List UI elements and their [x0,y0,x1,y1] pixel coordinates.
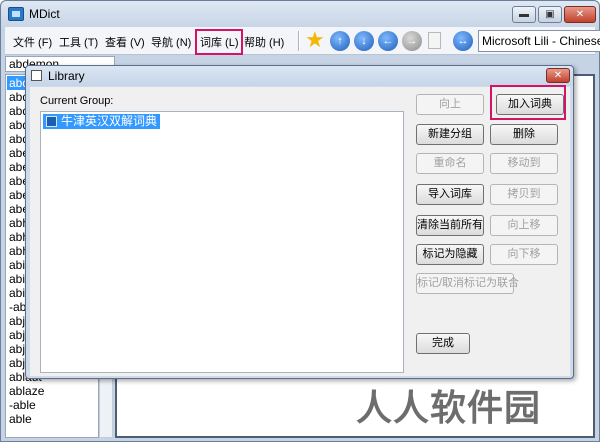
dialog-icon [31,70,42,81]
menu-bar: 文件 (F) 工具 (T) 查看 (V) 导航 (N) 词库 (L) 帮助 (H… [5,27,600,55]
forward-icon[interactable]: → [402,31,422,51]
dictionary-switch-icon[interactable]: ↔ [453,31,473,51]
dictionary-icon [46,116,57,127]
dialog-title-bar: Library ✕ [26,66,573,86]
move-up-button[interactable]: 向上移 [490,215,558,236]
dictionary-selector[interactable]: Microsoft Lili - Chinese (C [478,30,600,52]
app-icon [8,7,24,21]
clear-all-button[interactable]: 清除当前所有 [416,215,484,236]
menu-navigate[interactable]: 导航 (N) [151,34,191,50]
move-to-button[interactable]: 移动到 [490,153,558,174]
toggle-union-button[interactable]: 标记/取消标记为联合 [416,273,519,294]
list-item[interactable]: able [9,412,32,426]
dialog-title: Library [48,69,85,83]
list-item[interactable]: ablaze [9,384,44,398]
group-item[interactable]: 牛津英汉双解词典 [43,114,161,129]
group-tree[interactable]: 牛津英汉双解词典 [40,111,404,373]
menu-file[interactable]: 文件 (F) [13,34,52,50]
main-window: MDict ▬ ▣ ✕ 文件 (F) 工具 (T) 查看 (V) 导航 (N) … [0,0,600,442]
import-library-button[interactable]: 导入词库 [416,184,484,205]
menu-view[interactable]: 查看 (V) [105,34,145,50]
toolbar-separator [298,31,300,51]
mark-hidden-button[interactable]: 标记为隐藏 [416,244,484,265]
window-title: MDict [29,7,60,21]
page-icon[interactable] [428,32,441,49]
menu-library-highlight [195,29,243,55]
star-icon[interactable]: ★ [305,28,325,52]
copy-to-button[interactable]: 拷贝到 [490,184,558,205]
move-up-top-button[interactable]: 向上 [416,94,484,115]
move-down-button[interactable]: 向下移 [490,244,558,265]
close-button[interactable]: ✕ [564,6,596,23]
dialog-body: Current Group: 牛津英汉双解词典 向上 加入词典 新建分组 删除 … [30,87,570,376]
new-group-button[interactable]: 新建分组 [416,124,484,145]
up-arrow-icon[interactable]: ↑ [330,31,350,51]
menu-help[interactable]: 帮助 (H) [244,34,284,50]
dialog-close-button[interactable]: ✕ [546,68,570,83]
menu-tools[interactable]: 工具 (T) [59,34,98,50]
current-group-label: Current Group: [40,95,114,107]
add-dictionary-highlight [490,85,566,120]
down-arrow-icon[interactable]: ↓ [354,31,374,51]
watermark: 人人软件园 [356,388,542,429]
done-button[interactable]: 完成 [416,333,470,354]
maximize-button[interactable]: ▣ [538,6,562,23]
list-item[interactable]: -able [9,398,36,412]
title-bar: MDict ▬ ▣ ✕ [1,1,599,27]
delete-button[interactable]: 删除 [490,124,558,145]
minimize-button[interactable]: ▬ [512,6,536,23]
rename-button[interactable]: 重命名 [416,153,484,174]
group-item-label: 牛津英汉双解词典 [61,114,158,128]
back-icon[interactable]: ← [378,31,398,51]
